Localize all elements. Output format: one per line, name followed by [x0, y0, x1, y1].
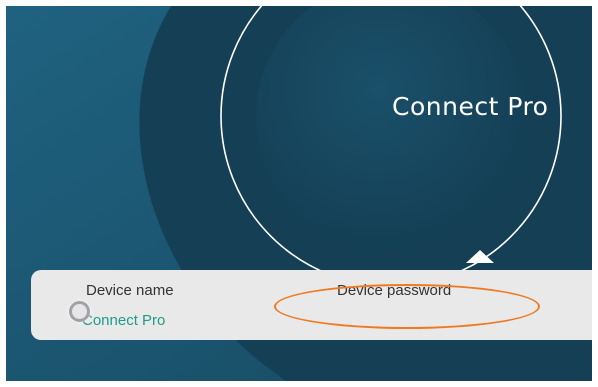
device-info-panel: Device name Connect Pro Device password	[31, 270, 592, 340]
touch-indicator-icon	[69, 301, 90, 322]
app-title: Connect Pro	[392, 92, 549, 121]
device-name-value[interactable]: Connect Pro	[82, 312, 165, 329]
device-name-label: Device name	[86, 282, 174, 299]
device-password-label[interactable]: Device password	[337, 282, 451, 299]
triangle-up-icon[interactable]	[466, 250, 494, 263]
app-screen: Connect Pro Device name Connect Pro Devi…	[6, 6, 592, 381]
